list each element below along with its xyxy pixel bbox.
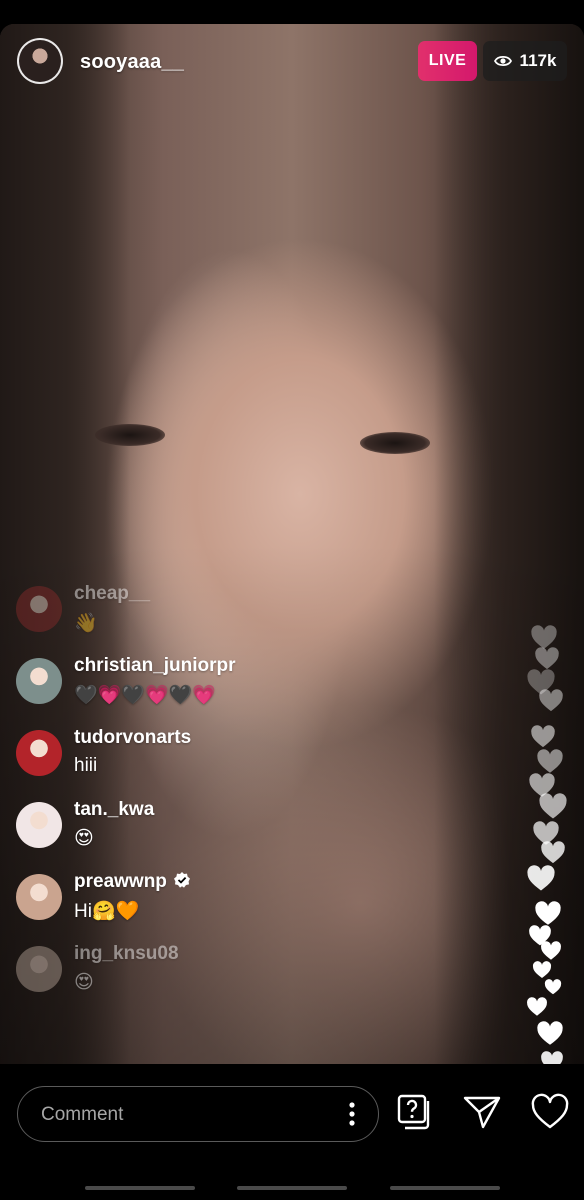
floating-heart-icon — [537, 1021, 563, 1045]
viewer-count-badge[interactable]: 117k — [483, 41, 567, 81]
host-username[interactable]: sooyaaa__ — [80, 51, 184, 74]
live-badge: LIVE — [418, 41, 477, 81]
comment-item[interactable]: tan._kwa 😍 — [16, 794, 436, 866]
comment-item[interactable]: preawwnp Hi🤗🧡 — [16, 866, 436, 938]
nav-indicator-right — [390, 1186, 500, 1190]
floating-heart-icon — [527, 997, 547, 1016]
commenter-avatar[interactable] — [16, 658, 62, 704]
send-icon[interactable] — [462, 1092, 502, 1132]
floating-heart-icon — [532, 961, 552, 978]
floating-heart-icon — [531, 725, 555, 748]
comment-item[interactable]: christian_juniorpr 🖤💗🖤💗🖤💗 — [16, 650, 436, 722]
bottom-bar: Comment — [0, 1064, 584, 1200]
commenter-avatar[interactable] — [16, 730, 62, 776]
comment-item[interactable]: cheap__ 👋 — [16, 578, 436, 650]
floating-heart-icon — [527, 865, 555, 891]
comment-username[interactable]: tan._kwa — [74, 799, 154, 821]
commenter-avatar[interactable] — [16, 874, 62, 920]
nav-indicator-left — [85, 1186, 195, 1190]
nav-indicator-center — [237, 1186, 347, 1190]
floating-heart-icon — [541, 941, 561, 960]
comment-text: 😍 — [74, 828, 94, 849]
commenter-avatar[interactable] — [16, 802, 62, 848]
floating-heart-icon — [539, 689, 563, 712]
comment-username[interactable]: tudorvonarts — [74, 727, 191, 749]
comment-text: hiii — [74, 755, 98, 776]
host-avatar[interactable] — [17, 38, 63, 84]
live-header: sooyaaa__ LIVE 117k — [0, 24, 584, 102]
video-eye-left — [95, 424, 165, 446]
comment-username[interactable]: preawwnp — [74, 871, 191, 893]
comment-username[interactable]: christian_juniorpr — [74, 655, 236, 677]
comment-item[interactable]: ing_knsu08 😍 — [16, 938, 436, 1010]
floating-heart-icon — [539, 793, 567, 819]
floating-hearts — [520, 625, 584, 1096]
live-label: LIVE — [428, 52, 467, 69]
viewer-count: 117k — [519, 51, 557, 70]
floating-heart-icon — [537, 749, 563, 773]
commenter-avatar[interactable] — [16, 946, 62, 992]
like-heart-icon[interactable] — [530, 1092, 570, 1132]
comment-username[interactable]: ing_knsu08 — [74, 943, 179, 965]
eye-icon — [493, 55, 512, 67]
more-options-icon[interactable] — [348, 1101, 356, 1127]
comments-feed: cheap__ 👋 christian_juniorpr 🖤💗🖤💗🖤💗 tudorvon… — [16, 578, 436, 1010]
video-eye-right — [360, 432, 430, 454]
commenter-avatar[interactable] — [16, 586, 62, 632]
floating-heart-icon — [541, 841, 565, 864]
comment-text: 👋 — [74, 613, 98, 634]
comment-text: Hi🤗🧡 — [74, 901, 140, 922]
comment-placeholder: Comment — [41, 1104, 124, 1125]
floating-heart-icon — [544, 979, 562, 995]
floating-heart-icon — [535, 901, 561, 925]
comment-item[interactable]: tudorvonarts hiii — [16, 722, 436, 794]
comment-text: 😍 — [74, 972, 94, 993]
comment-text: 🖤💗🖤💗🖤💗 — [74, 685, 216, 706]
comment-username[interactable]: cheap__ — [74, 583, 150, 605]
verified-badge-icon — [173, 872, 190, 888]
question-sticker-icon[interactable] — [395, 1092, 435, 1132]
floating-heart-icon — [535, 647, 559, 670]
comment-input[interactable]: Comment — [17, 1086, 379, 1142]
